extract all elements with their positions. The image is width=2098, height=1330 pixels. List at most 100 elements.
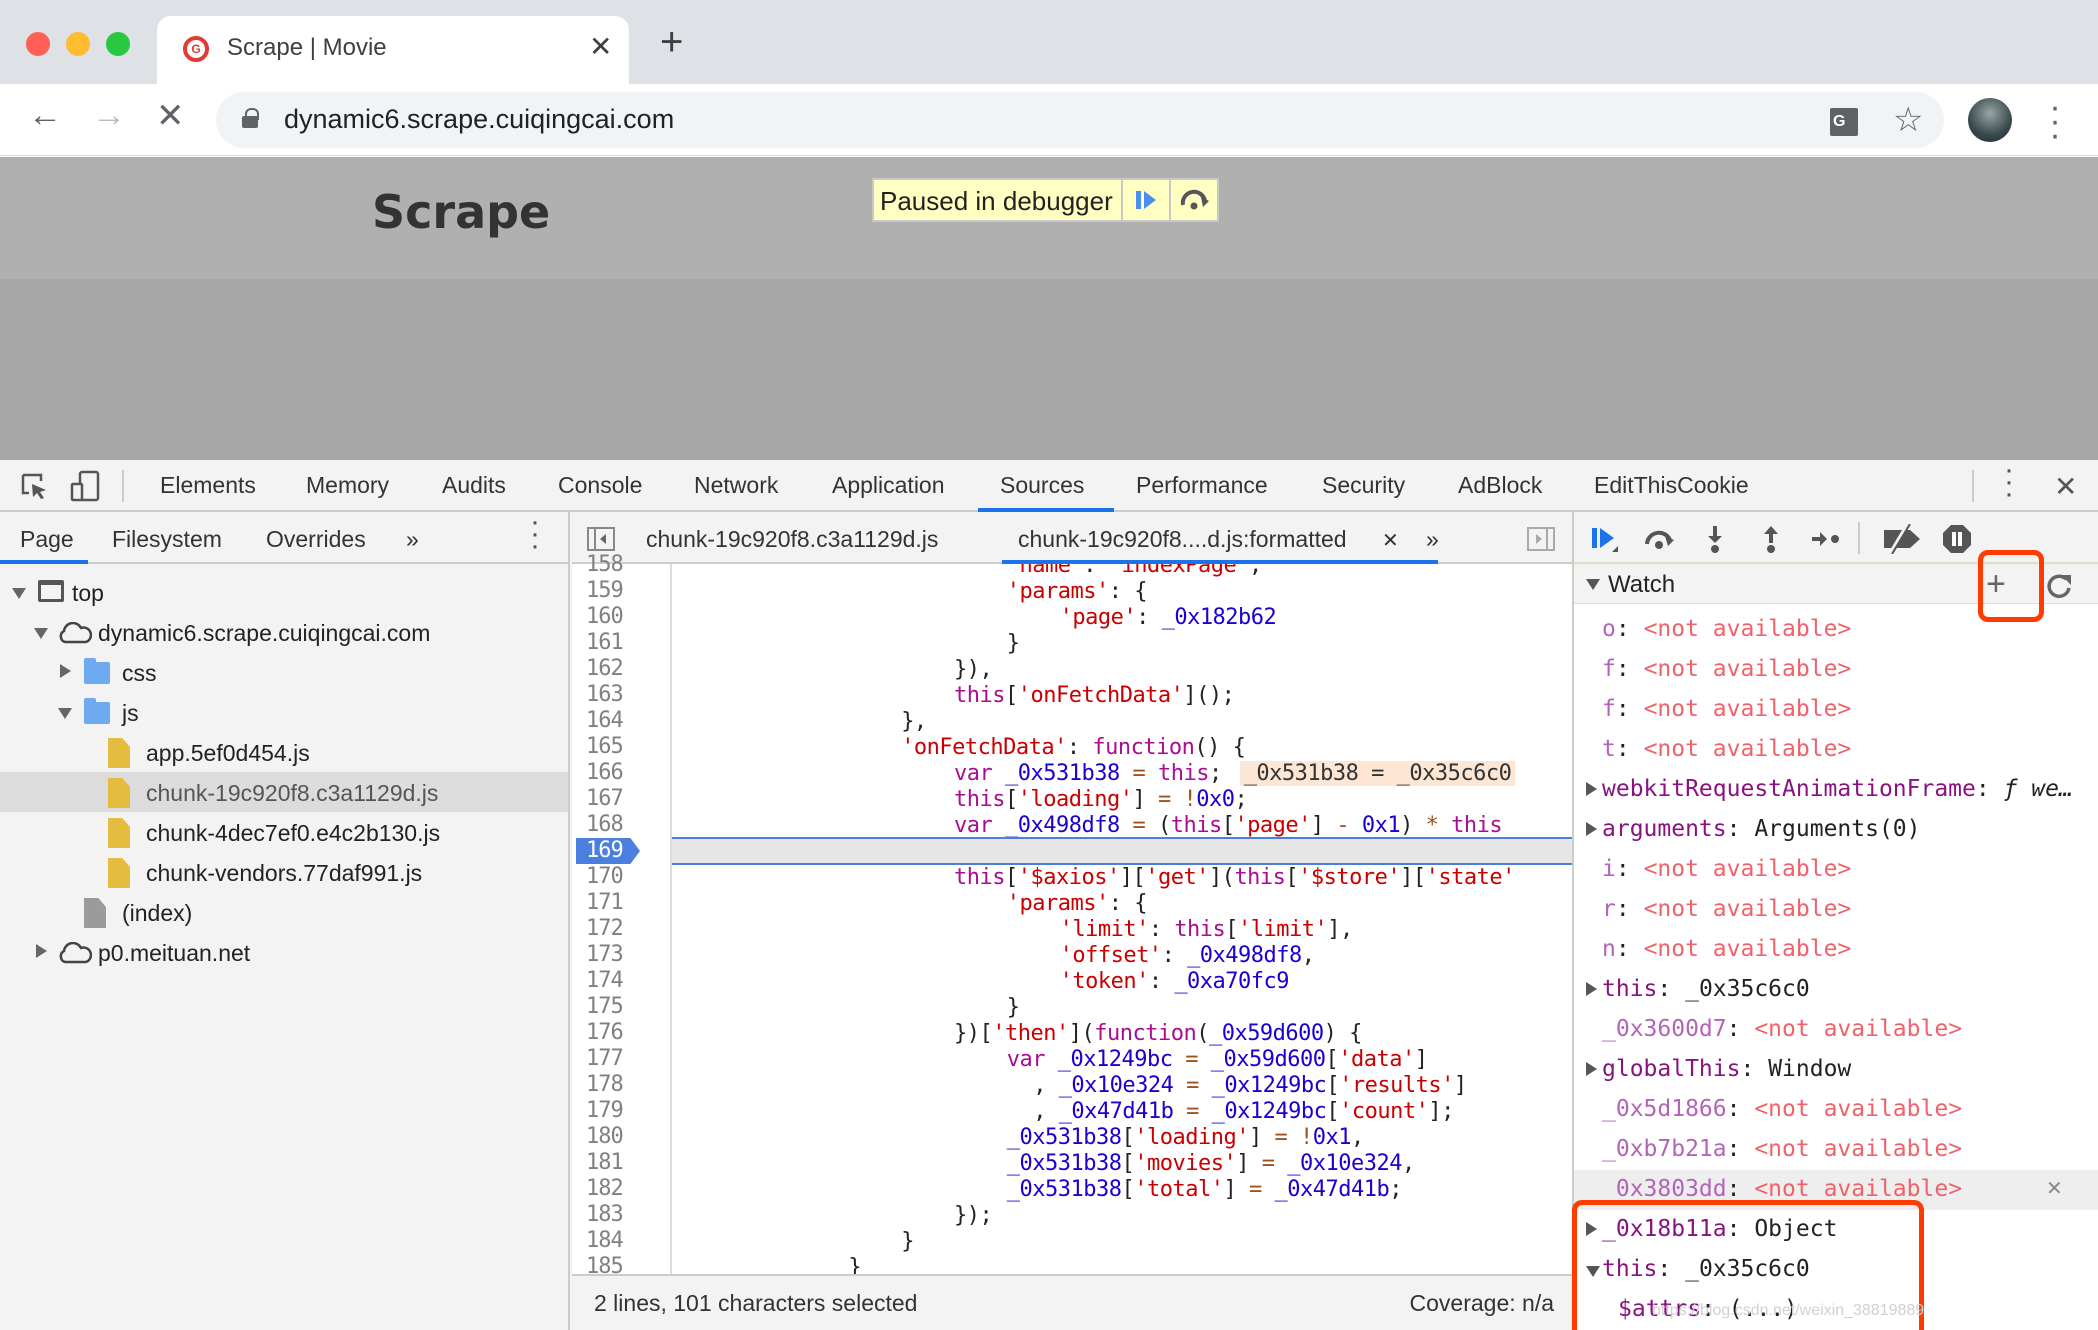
watch-expression[interactable]: f: <not available> — [1574, 690, 2098, 730]
tab-application[interactable]: Application — [832, 472, 945, 499]
watch-expression[interactable]: _0xb7b21a: <not available> — [1574, 1130, 2098, 1170]
back-icon[interactable]: ← — [28, 96, 62, 135]
code-line[interactable]: 'offset': _0x498df8, — [572, 943, 1572, 969]
code-line[interactable]: } — [572, 995, 1572, 1021]
minimize-window-button[interactable] — [66, 32, 90, 56]
collapse-triangle-icon[interactable] — [1586, 579, 1600, 590]
code-line[interactable]: } — [572, 1229, 1572, 1255]
translate-icon[interactable]: G — [1830, 108, 1858, 136]
tree-item[interactable]: chunk-4dec7ef0.e4c2b130.js — [0, 812, 568, 852]
menu-icon[interactable]: · · · — [2048, 90, 2062, 152]
code-line[interactable]: } — [572, 631, 1572, 657]
code-line[interactable]: 'onFetchData': function() { — [572, 735, 1572, 761]
forward-icon[interactable]: → — [92, 96, 126, 135]
brand-logo[interactable]: Scrape — [372, 185, 550, 239]
watch-expression[interactable]: t: <not available> — [1574, 730, 2098, 770]
device-toolbar-icon[interactable] — [70, 470, 100, 502]
delete-watch-icon[interactable]: ✕ — [2046, 1176, 2063, 1200]
toggle-debugger-icon[interactable] — [1526, 526, 1556, 552]
code-line[interactable]: 'token': _0xa70fc9 — [572, 969, 1572, 995]
lock-icon[interactable] — [242, 108, 259, 128]
tree-item[interactable]: (index) — [0, 892, 568, 932]
expanded-triangle-icon[interactable] — [12, 588, 26, 599]
code-line[interactable]: _0x531b38['total'] = _0x47d41b; — [572, 1177, 1572, 1203]
collapsed-triangle-icon[interactable] — [1586, 982, 1597, 996]
more-tabs-icon[interactable]: » — [1426, 526, 1439, 553]
step-out-icon[interactable] — [1756, 524, 1786, 554]
code-line[interactable]: 'limit': this['limit'], — [572, 917, 1572, 943]
tab-sources[interactable]: Sources — [1000, 472, 1084, 499]
code-line[interactable]: var _0x498df8 = (this['page'] - 0x1) * t… — [572, 813, 1572, 839]
collapsed-triangle-icon[interactable] — [1586, 1062, 1597, 1076]
tree-item[interactable]: js — [0, 692, 568, 732]
tree-item[interactable]: dynamic6.scrape.cuiqingcai.com — [0, 612, 568, 652]
tab-console[interactable]: Console — [558, 472, 642, 499]
close-tab-icon[interactable]: ✕ — [1382, 528, 1399, 553]
tree-item[interactable]: css — [0, 652, 568, 692]
editor-tab[interactable]: chunk-19c920f8.c3a1129d.js — [646, 526, 938, 553]
step-into-icon[interactable] — [1700, 524, 1730, 554]
maximize-window-button[interactable] — [106, 32, 130, 56]
expanded-triangle-icon[interactable] — [58, 708, 72, 719]
code-line[interactable]: var _0x1249bc = _0x59d600['data'] — [572, 1047, 1572, 1073]
inspect-element-icon[interactable] — [20, 472, 48, 500]
code-area[interactable]: 'name': 'indexPage','params': {'page': _… — [572, 564, 1572, 1274]
resume-icon[interactable] — [1590, 524, 1620, 554]
pause-on-exceptions-icon[interactable] — [1942, 524, 1972, 554]
avatar[interactable] — [1968, 98, 2012, 142]
code-line[interactable]: }); — [572, 1203, 1572, 1229]
tab-elements[interactable]: Elements — [160, 472, 256, 499]
code-line[interactable]: })['then'](function(_0x59d600) { — [572, 1021, 1572, 1047]
tree-item[interactable]: chunk-19c920f8.c3a1129d.js — [0, 772, 568, 812]
watch-expression[interactable]: webkitRequestAnimationFrame: ƒ we… — [1574, 770, 2098, 810]
tab-network[interactable]: Network — [694, 472, 778, 499]
code-line[interactable]: , _0x10e324 = _0x1249bc['results'] — [572, 1073, 1572, 1099]
close-window-button[interactable] — [26, 32, 50, 56]
code-line[interactable]: }, — [572, 709, 1572, 735]
code-line[interactable]: this['loading'] = !0x0; — [572, 787, 1572, 813]
watch-expression[interactable]: this: _0x35c6c0 — [1574, 970, 2098, 1010]
tab-filesystem[interactable]: Filesystem — [112, 526, 222, 553]
devtools-menu-icon[interactable]: · · · — [2004, 455, 2014, 509]
watch-expression[interactable]: f: <not available> — [1574, 650, 2098, 690]
tab-performance[interactable]: Performance — [1136, 472, 1268, 499]
step-over-icon[interactable] — [1644, 524, 1674, 554]
url-text[interactable]: dynamic6.scrape.cuiqingcai.com — [284, 104, 674, 135]
collapsed-triangle-icon[interactable] — [1586, 782, 1597, 796]
toggle-navigator-icon[interactable] — [586, 526, 616, 552]
tab-page[interactable]: Page — [20, 526, 74, 553]
tab-memory[interactable]: Memory — [306, 472, 389, 499]
step-icon[interactable] — [1810, 524, 1840, 554]
code-line[interactable]: , _0x47d41b = _0x1249bc['count']; — [572, 1099, 1572, 1125]
code-line[interactable]: 'page': _0x182b62 — [572, 605, 1572, 631]
tree-item[interactable]: app.5ef0d454.js — [0, 732, 568, 772]
tab-adblock[interactable]: AdBlock — [1458, 472, 1542, 499]
tab-security[interactable]: Security — [1322, 472, 1405, 499]
watch-expression[interactable]: _0x3600d7: <not available> — [1574, 1010, 2098, 1050]
resume-button[interactable] — [1120, 180, 1169, 220]
expanded-triangle-icon[interactable] — [34, 628, 48, 639]
code-line[interactable]: _0x531b38['loading'] = !0x1, — [572, 1125, 1572, 1151]
refresh-watch-icon[interactable] — [2046, 573, 2072, 599]
stop-icon[interactable]: ✕ — [156, 96, 185, 136]
collapsed-triangle-icon[interactable] — [1586, 822, 1597, 836]
collapsed-triangle-icon[interactable] — [36, 944, 47, 958]
watch-expression[interactable]: i: <not available> — [1574, 850, 2098, 890]
tree-item[interactable]: chunk-vendors.77daf991.js — [0, 852, 568, 892]
tab-audits[interactable]: Audits — [442, 472, 506, 499]
watch-expression[interactable]: arguments: Arguments(0) — [1574, 810, 2098, 850]
tree-item[interactable]: top — [0, 572, 568, 612]
code-line[interactable]: this['onFetchData'](); — [572, 683, 1572, 709]
new-tab-button[interactable]: + — [660, 20, 683, 65]
code-line[interactable]: } — [572, 1255, 1572, 1274]
code-line[interactable]: 'params': { — [572, 579, 1572, 605]
close-tab-icon[interactable]: ✕ — [589, 30, 612, 63]
editor-tab-active[interactable]: chunk-19c920f8....d.js:formatted — [1018, 526, 1347, 553]
code-line[interactable]: 'params': { — [572, 891, 1572, 917]
address-bar[interactable]: dynamic6.scrape.cuiqingcai.com — [216, 92, 1944, 148]
code-line[interactable]: _0x531b38['movies'] = _0x10e324, — [572, 1151, 1572, 1177]
watch-expression[interactable]: n: <not available> — [1574, 930, 2098, 970]
deactivate-breakpoints-icon[interactable] — [1882, 524, 1922, 554]
close-devtools-icon[interactable]: ✕ — [2054, 470, 2077, 503]
more-tabs-icon[interactable]: » — [406, 526, 419, 553]
